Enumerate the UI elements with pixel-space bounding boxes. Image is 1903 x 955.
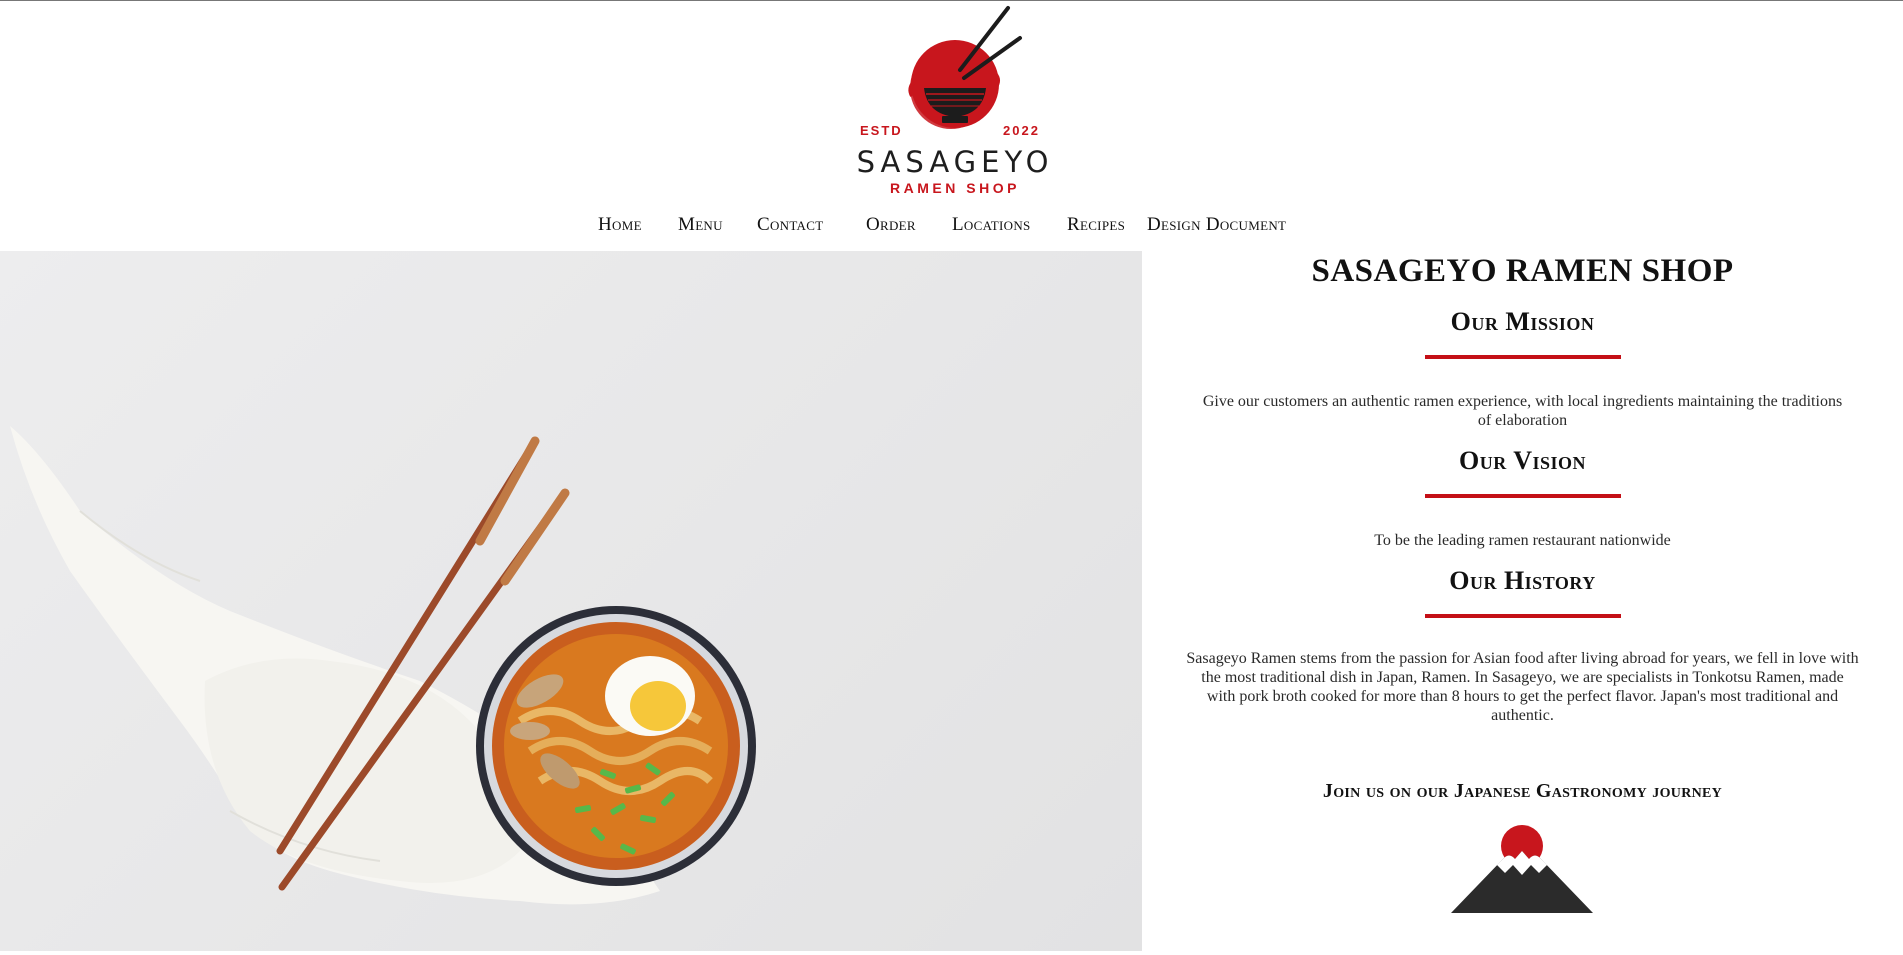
logo-year-text: 2022 bbox=[1003, 123, 1040, 138]
nav-item-home[interactable]: Home bbox=[598, 214, 642, 236]
mount-fuji-icon bbox=[1451, 825, 1593, 913]
mission-text: Give our customers an authentic ramen ex… bbox=[1202, 393, 1843, 429]
mission-heading: Our Mission bbox=[1450, 307, 1595, 336]
vision-heading: Our Vision bbox=[1458, 446, 1587, 475]
history-divider bbox=[1425, 614, 1621, 618]
main-navigation: Home Menu Contact Order Locations Recipe… bbox=[0, 214, 1903, 240]
mission-divider bbox=[1425, 355, 1621, 359]
logo-estd-text: ESTD bbox=[860, 123, 903, 138]
logo-brand-name: SASAGEYO bbox=[856, 145, 1054, 179]
site-logo[interactable]: ESTD 2022 SASAGEYO RAMEN SHOP bbox=[820, 4, 1090, 199]
page-title: SASAGEYO RAMEN SHOP bbox=[1311, 253, 1734, 289]
history-text: Sasageyo Ramen stems from the passion fo… bbox=[1186, 650, 1859, 724]
top-border bbox=[0, 0, 1903, 1]
nav-item-menu[interactable]: Menu bbox=[678, 214, 723, 236]
logo-subtitle: RAMEN SHOP bbox=[890, 180, 1020, 196]
about-section: SASAGEYO RAMEN SHOP Our Mission Give our… bbox=[1142, 251, 1903, 951]
nav-item-contact[interactable]: Contact bbox=[757, 214, 823, 236]
ramen-photo-illustration bbox=[10, 426, 756, 905]
history-heading: Our History bbox=[1449, 566, 1596, 595]
hero-ramen-image bbox=[0, 251, 1142, 951]
vision-divider bbox=[1425, 494, 1621, 498]
nav-item-design-document[interactable]: Design Document bbox=[1147, 214, 1286, 236]
nav-item-recipes[interactable]: Recipes bbox=[1067, 214, 1125, 236]
vision-text: To be the leading ramen restaurant natio… bbox=[1374, 532, 1671, 549]
nav-item-locations[interactable]: Locations bbox=[952, 214, 1031, 236]
join-us-text: Join us on our Japanese Gastronomy journ… bbox=[1322, 780, 1723, 802]
nav-item-order[interactable]: Order bbox=[866, 214, 916, 236]
